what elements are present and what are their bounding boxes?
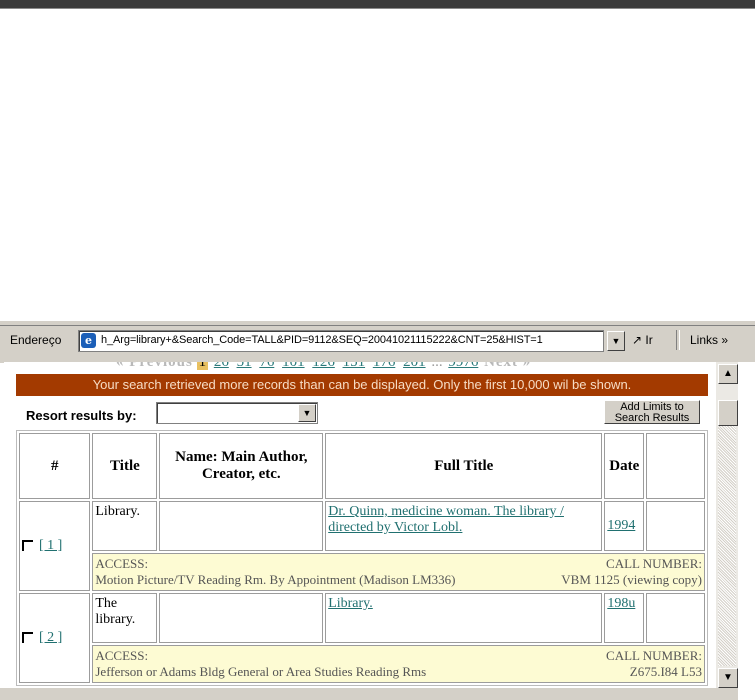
page-link[interactable]: 201 — [403, 362, 426, 370]
access-location: Motion Picture/TV Reading Rm. By Appoint… — [95, 572, 456, 587]
title-cell: The library. — [92, 593, 158, 643]
scroll-up-button[interactable]: ▲ — [718, 364, 738, 384]
current-page: 1 — [196, 362, 209, 370]
address-input[interactable]: e h_Arg=library+&Search_Code=TALL&PID=91… — [78, 330, 604, 352]
pagination: « Previous 1 26 51 76 101 126 151 176 20… — [116, 362, 531, 371]
full-title-link[interactable]: Dr. Quinn, medicine woman. The library /… — [328, 504, 564, 535]
address-toolbar: Endereço e h_Arg=library+&Search_Code=TA… — [0, 320, 755, 363]
resort-select[interactable]: ▼ — [156, 402, 318, 424]
empty-cell — [646, 593, 705, 643]
next-link[interactable]: Next » — [484, 362, 531, 370]
table-header-row: # Title Name: Main Author, Creator, etc.… — [19, 433, 705, 499]
record-number-cell: [ 2 ] — [19, 593, 91, 683]
title-cell: Library. — [92, 501, 158, 551]
record-number-link[interactable]: [ 2 ] — [39, 630, 62, 645]
record-checkbox[interactable] — [22, 632, 33, 644]
full-title-cell: Dr. Quinn, medicine woman. The library /… — [325, 501, 603, 551]
results-table: # Title Name: Main Author, Creator, etc.… — [16, 430, 708, 686]
toolbar-groove — [0, 321, 755, 326]
chevron-down-icon[interactable]: ▼ — [298, 404, 316, 422]
address-label: Endereço — [10, 333, 62, 347]
record-number-link[interactable]: [ 1 ] — [39, 538, 62, 553]
empty-cell — [646, 501, 705, 551]
address-url[interactable]: h_Arg=library+&Search_Code=TALL&PID=9112… — [101, 334, 543, 346]
page-link[interactable]: 101 — [282, 362, 305, 370]
address-row: Endereço e h_Arg=library+&Search_Code=TA… — [4, 330, 751, 352]
access-row: ACCESS: CALL NUMBER: Jefferson or Adams B… — [19, 645, 705, 683]
access-label: ACCESS: — [95, 648, 149, 663]
date-link[interactable]: 1994 — [607, 518, 635, 533]
scroll-thumb[interactable] — [718, 400, 738, 426]
full-title-link[interactable]: Library. — [328, 596, 373, 611]
window-top-bar — [0, 0, 755, 8]
col-header-empty — [646, 433, 705, 499]
go-button[interactable]: ↗ Ir — [632, 333, 653, 347]
access-cell: ACCESS: CALL NUMBER: Motion Picture/TV Re… — [92, 553, 705, 591]
access-row: ACCESS: CALL NUMBER: Motion Picture/TV Re… — [19, 553, 705, 591]
pager-ellipsis: ... — [431, 362, 443, 370]
table-row: [ 1 ] Library. Dr. Quinn, medicine woman… — [19, 501, 705, 591]
call-number-label: CALL NUMBER: — [606, 648, 702, 663]
right-edge-pane — [738, 362, 755, 700]
call-number-value: VBM 1125 (viewing copy) — [561, 572, 702, 587]
results-limit-banner: Your search retrieved more records than … — [16, 374, 708, 396]
address-dropdown-button[interactable]: ▼ — [607, 331, 625, 351]
page-link[interactable]: 51 — [237, 362, 252, 370]
vertical-scrollbar[interactable]: ▲ ▼ — [716, 362, 738, 688]
page-link[interactable]: 26 — [214, 362, 229, 370]
page-link[interactable]: 176 — [373, 362, 396, 370]
col-header-num: # — [19, 433, 91, 499]
table-row: [ 2 ] The library. Library. 198u — [19, 593, 705, 683]
full-title-cell: Library. — [325, 593, 603, 643]
toolbar-separator — [676, 330, 680, 350]
date-cell: 1994 — [604, 501, 645, 551]
links-button[interactable]: Links » — [690, 333, 728, 347]
col-header-date: Date — [604, 433, 645, 499]
page-link[interactable]: 151 — [343, 362, 366, 370]
page-link[interactable]: 126 — [312, 362, 335, 370]
record-checkbox[interactable] — [22, 540, 33, 552]
horizontal-scrollbar[interactable] — [0, 688, 740, 700]
page-viewport: « Previous 1 26 51 76 101 126 151 176 20… — [4, 362, 716, 688]
empty-desktop-area — [0, 9, 755, 319]
access-cell: ACCESS: CALL NUMBER: Jefferson or Adams B… — [92, 645, 705, 683]
page-link[interactable]: 76 — [259, 362, 274, 370]
date-link[interactable]: 198u — [607, 596, 635, 611]
scroll-down-button[interactable]: ▼ — [718, 668, 738, 688]
col-header-author: Name: Main Author, Creator, etc. — [159, 433, 324, 499]
col-header-full-title: Full Title — [325, 433, 603, 499]
call-number-label: CALL NUMBER: — [606, 556, 702, 571]
access-label: ACCESS: — [95, 556, 149, 571]
resort-label: Resort results by: — [26, 408, 137, 423]
record-number-cell: [ 1 ] — [19, 501, 91, 591]
previous-link[interactable]: « Previous — [116, 362, 193, 370]
go-label: Ir — [645, 333, 653, 347]
author-cell — [159, 593, 324, 643]
scroll-track[interactable] — [718, 426, 736, 666]
call-number-value: Z675.I84 L53 — [629, 664, 702, 679]
go-arrow-icon: ↗ — [632, 333, 643, 347]
ie-page-icon: e — [81, 333, 96, 348]
access-location: Jefferson or Adams Bldg General or Area … — [95, 664, 427, 679]
last-page-link[interactable]: 9976 — [448, 362, 478, 370]
author-cell — [159, 501, 324, 551]
col-header-title: Title — [92, 433, 158, 499]
date-cell: 198u — [604, 593, 645, 643]
add-limits-button[interactable]: Add Limits to Search Results — [604, 400, 700, 424]
